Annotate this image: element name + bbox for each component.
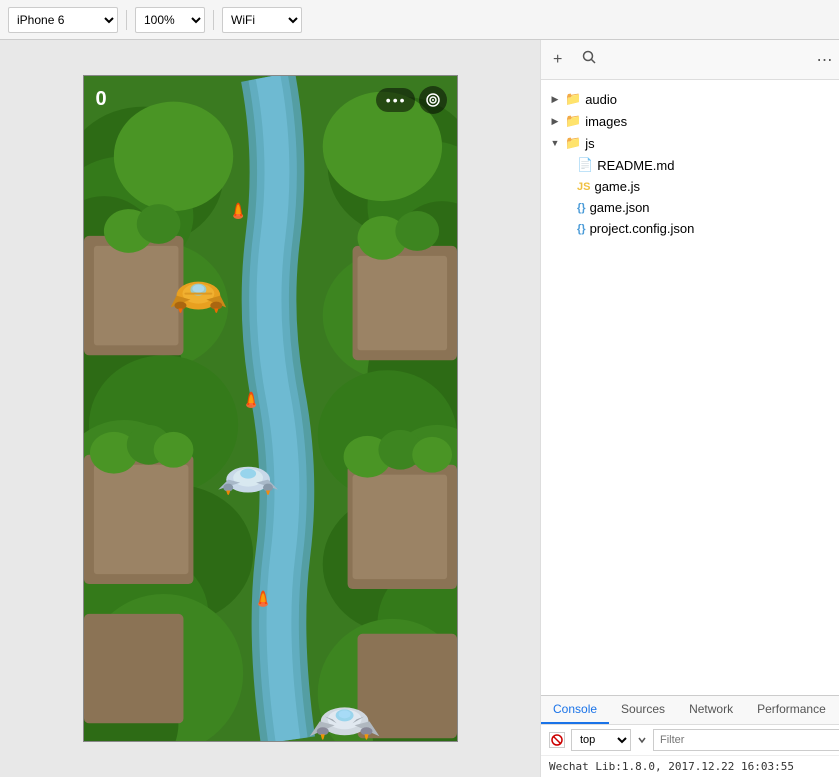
json-icon-projectconfig: {}	[577, 223, 586, 235]
folder-icon-audio: 📁	[565, 91, 581, 107]
game-canvas: 0 • • •	[84, 76, 457, 741]
toolbar-divider-2	[213, 10, 214, 30]
more-button[interactable]: ⋯	[812, 48, 836, 72]
device-frame: 0 • • •	[83, 75, 458, 742]
console-log: Wechat Lib:1.8.0, 2017.12.22 16:03:55	[541, 756, 839, 777]
expand-arrow-audio: ▶	[549, 93, 561, 105]
tree-item-gamejs[interactable]: JS game.js	[541, 176, 839, 197]
block-icon	[551, 734, 563, 746]
js-icon-gamejs: JS	[577, 181, 590, 193]
tree-item-gamejson[interactable]: {} game.json	[541, 197, 839, 218]
add-button[interactable]: +	[549, 49, 566, 71]
filter-input[interactable]	[653, 729, 839, 751]
expand-spacer-projectconfig	[561, 223, 573, 235]
dots-menu-button[interactable]: • • •	[376, 88, 415, 112]
score-display: 0	[96, 88, 107, 111]
dot3: •	[400, 92, 405, 108]
search-button[interactable]	[578, 48, 600, 71]
folder-icon-js: 📁	[565, 135, 581, 151]
tab-console[interactable]: Console	[541, 696, 609, 724]
search-icon	[582, 50, 596, 64]
tree-item-audio[interactable]: ▶ 📁 audio	[541, 88, 839, 110]
folder-icon-images: 📁	[565, 113, 581, 129]
tree-label-projectconfig: project.config.json	[590, 221, 695, 236]
expand-spacer-readme	[561, 159, 573, 171]
tree-item-js[interactable]: ▼ 📁 js	[541, 132, 839, 154]
expand-arrow-images: ▶	[549, 115, 561, 127]
tree-label-gamejs: game.js	[594, 179, 640, 194]
dot2: •	[393, 92, 398, 108]
network-select[interactable]: WiFi	[222, 7, 302, 33]
tree-label-readme: README.md	[597, 158, 674, 173]
device-preview-panel: 0 • • •	[0, 40, 540, 777]
tree-item-projectconfig[interactable]: {} project.config.json	[541, 218, 839, 239]
tab-performance[interactable]: Performance	[745, 696, 838, 724]
tab-sources[interactable]: Sources	[609, 696, 677, 724]
right-toolbar: + ⋯	[541, 40, 839, 80]
tree-label-images: images	[585, 114, 627, 129]
target-icon	[426, 93, 440, 107]
doc-icon-readme: 📄	[577, 157, 593, 173]
chevron-down-icon	[637, 735, 647, 745]
expand-spacer-gamejson	[561, 202, 573, 214]
log-text: Wechat Lib:1.8.0, 2017.12.22 16:03:55	[549, 760, 794, 773]
file-tree: ▶ 📁 audio ▶ 📁 images ▼ 📁 js 📄 README.md	[541, 80, 839, 695]
expand-arrow-js: ▼	[549, 137, 561, 149]
main-area: 0 • • •	[0, 40, 839, 777]
json-icon-gamejson: {}	[577, 202, 586, 214]
tree-item-readme[interactable]: 📄 README.md	[541, 154, 839, 176]
block-button[interactable]	[549, 732, 565, 748]
tree-label-audio: audio	[585, 92, 617, 107]
device-select[interactable]: iPhone 6	[8, 7, 118, 33]
console-toolbar: top	[541, 725, 839, 756]
devtools-tabs: Console Sources Network Performance Me	[541, 696, 839, 725]
top-toolbar: iPhone 6 100% WiFi	[0, 0, 839, 40]
context-select[interactable]: top	[571, 729, 631, 751]
tree-item-images[interactable]: ▶ 📁 images	[541, 110, 839, 132]
dot1: •	[386, 92, 391, 108]
expand-spacer-gamejs	[561, 181, 573, 193]
tree-label-js: js	[585, 136, 594, 151]
game-controls: • • •	[376, 86, 447, 114]
tab-network[interactable]: Network	[677, 696, 745, 724]
game-background	[84, 76, 457, 741]
toolbar-divider-1	[126, 10, 127, 30]
target-button[interactable]	[419, 86, 447, 114]
tree-label-gamejson: game.json	[590, 200, 650, 215]
devtools-panel: Console Sources Network Performance Me t…	[541, 695, 839, 777]
zoom-select[interactable]: 100%	[135, 7, 205, 33]
right-panel: + ⋯ ▶ 📁 audi	[540, 40, 839, 777]
